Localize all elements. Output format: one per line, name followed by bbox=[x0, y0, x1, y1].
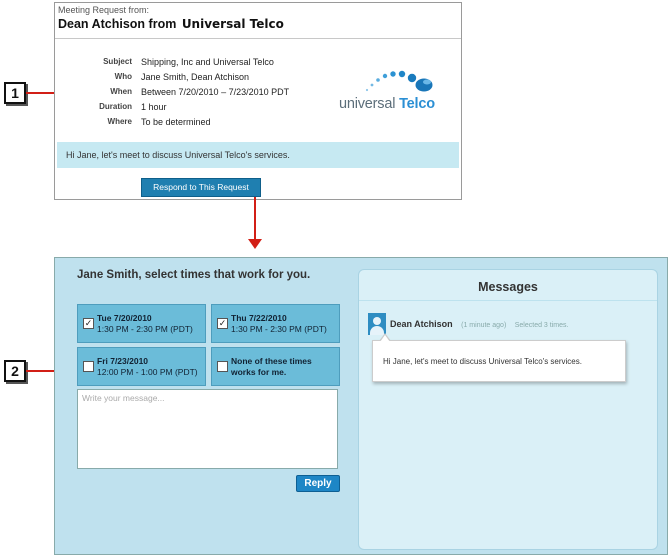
detail-value: Shipping, Inc and Universal Telco bbox=[141, 57, 274, 67]
meeting-request-email: Meeting Request from: Dean Atchison from… bbox=[54, 2, 462, 200]
detail-key: Where bbox=[107, 117, 132, 126]
sender-line: Dean Atchison from Universal Telco bbox=[58, 17, 284, 31]
message-bubble: Hi Jane, let's meet to discuss Universal… bbox=[372, 340, 626, 382]
callout-badge-1: 1 bbox=[4, 82, 26, 104]
checkmark-icon: ✓ bbox=[218, 318, 227, 328]
person-avatar-icon bbox=[368, 313, 386, 335]
dots-arc-logo-icon bbox=[365, 70, 433, 92]
universal-telco-logo: universal Telco bbox=[339, 59, 459, 119]
slot-checkbox[interactable] bbox=[217, 361, 228, 372]
message-author: Dean Atchison bbox=[390, 319, 453, 329]
time-slot-tue[interactable]: ✓ Tue 7/20/2010 1:30 PM - 2:30 PM (PDT) bbox=[77, 304, 206, 343]
detail-value: Between 7/20/2010 – 7/23/2010 PDT bbox=[141, 87, 290, 97]
message-time: (1 minute ago) bbox=[461, 322, 507, 329]
header-divider bbox=[55, 38, 461, 39]
time-slot-thu[interactable]: ✓ Thu 7/22/2010 1:30 PM - 2:30 PM (PDT) bbox=[211, 304, 340, 343]
detail-key: Subject bbox=[103, 57, 132, 66]
respond-to-request-button[interactable]: Respond to This Request bbox=[141, 178, 261, 197]
selection-title: Jane Smith, select times that work for y… bbox=[77, 269, 311, 281]
reply-button[interactable]: Reply bbox=[296, 475, 340, 492]
detail-value: To be determined bbox=[141, 117, 211, 127]
logo-wordmark: universal Telco bbox=[339, 96, 435, 112]
time-selection-panel: Jane Smith, select times that work for y… bbox=[54, 257, 668, 555]
message-note: Selected 3 times. bbox=[514, 322, 569, 329]
messages-title: Messages bbox=[478, 280, 538, 294]
slot-time: 12:00 PM - 1:00 PM (PDT) bbox=[97, 367, 198, 377]
slot-checkbox[interactable]: ✓ bbox=[83, 318, 94, 329]
detail-value: 1 hour bbox=[141, 102, 167, 112]
company-name: Universal Telco bbox=[181, 17, 284, 31]
slot-checkbox[interactable]: ✓ bbox=[217, 318, 228, 329]
time-slot-none[interactable]: None of these times works for me. bbox=[211, 347, 340, 386]
sender-name: Dean Atchison bbox=[58, 17, 146, 31]
message-input[interactable] bbox=[77, 389, 338, 469]
callout-badge-2: 2 bbox=[4, 360, 26, 382]
from-label: Meeting Request from: bbox=[58, 5, 150, 15]
slot-date: Tue 7/20/2010 bbox=[97, 313, 152, 323]
time-slot-fri[interactable]: Fri 7/23/2010 12:00 PM - 1:00 PM (PDT) bbox=[77, 347, 206, 386]
message-header: Dean Atchison (1 minute ago) Selected 3 … bbox=[390, 314, 568, 332]
detail-key: Duration bbox=[99, 102, 132, 111]
slot-none-line1: None of these times bbox=[231, 356, 312, 366]
messages-pane: Messages Dean Atchison (1 minute ago) Se… bbox=[358, 269, 658, 550]
from-word: from bbox=[148, 17, 177, 31]
slot-time: 1:30 PM - 2:30 PM (PDT) bbox=[97, 324, 193, 334]
detail-value: Jane Smith, Dean Atchison bbox=[141, 72, 250, 82]
slot-time: 1:30 PM - 2:30 PM (PDT) bbox=[231, 324, 327, 334]
slot-none-line2: works for me. bbox=[231, 367, 287, 377]
detail-key: When bbox=[110, 87, 132, 96]
slot-date: Fri 7/23/2010 bbox=[97, 356, 149, 366]
slot-checkbox[interactable] bbox=[83, 361, 94, 372]
arrow-down-icon bbox=[248, 239, 262, 249]
messages-divider bbox=[359, 300, 657, 301]
email-message: Hi Jane, let's meet to discuss Universal… bbox=[57, 142, 459, 168]
checkmark-icon: ✓ bbox=[84, 318, 93, 328]
bubble-tail-inner bbox=[380, 335, 390, 342]
slot-date: Thu 7/22/2010 bbox=[231, 313, 287, 323]
flow-arrow bbox=[254, 197, 256, 241]
detail-key: Who bbox=[114, 72, 132, 81]
